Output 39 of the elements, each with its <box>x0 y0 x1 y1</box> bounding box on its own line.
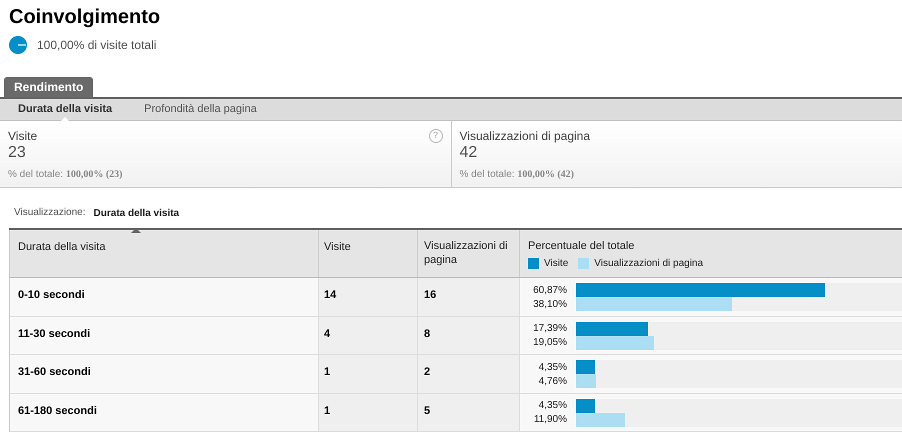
column-header: Visite <box>319 230 418 277</box>
view-value[interactable]: Durata della visita <box>94 208 180 219</box>
metric-value: 23 <box>8 143 27 163</box>
table-cell: 4 <box>319 316 418 354</box>
metric-label: Visualizzazioni di pagina <box>460 129 592 143</box>
metric-share: % del totale: 100,00% (23) <box>8 168 124 182</box>
percent-reading: 19,05% <box>532 336 568 350</box>
percent-reading: 11,90% <box>532 413 568 427</box>
column-header: Percentuale del totale <box>528 239 636 253</box>
tab[interactable]: Rendimento <box>4 77 94 97</box>
page-title: Coinvolgimento <box>9 5 162 30</box>
table-cell: 1 <box>319 355 418 392</box>
metric-share: % del totale: 100,00% (42) <box>460 168 575 182</box>
table-cell: 2 <box>418 355 520 392</box>
pie-icon <box>9 36 27 54</box>
legend-label: Visite <box>544 257 568 271</box>
metric-value: 42 <box>460 143 478 163</box>
table-cell: 11-30 secondi <box>10 316 319 354</box>
table-cell: 1 <box>319 394 418 431</box>
table-cell: 14 <box>319 278 418 316</box>
column-header: Durata della visita <box>10 230 319 277</box>
legend-label: Visualizzazioni di pagina <box>594 257 704 271</box>
subtitle: 100,00% di visite totali <box>37 37 156 54</box>
table-cell: 8 <box>418 316 520 354</box>
metric-label: Visite <box>8 129 38 143</box>
percent-reading: 17,39% <box>532 322 568 336</box>
percent-reading: 4,35% <box>538 399 568 413</box>
table-cell: 61-180 secondi <box>10 394 319 431</box>
percent-reading: 4,35% <box>538 360 568 374</box>
table-cell: 31-60 secondi <box>10 355 319 392</box>
column-header: Visualizzazioni di pagina <box>418 230 520 277</box>
percent-reading: 60,87% <box>532 284 568 298</box>
table-cell: 5 <box>418 394 520 431</box>
percent-reading: 38,10% <box>532 298 568 312</box>
percent-reading: 4,76% <box>538 374 568 388</box>
view-label: Visualizzazione: <box>14 206 86 220</box>
table-cell: 16 <box>418 278 520 316</box>
table-cell: 0-10 secondi <box>10 278 319 316</box>
subtab[interactable]: Profondità della pagina <box>134 98 267 122</box>
